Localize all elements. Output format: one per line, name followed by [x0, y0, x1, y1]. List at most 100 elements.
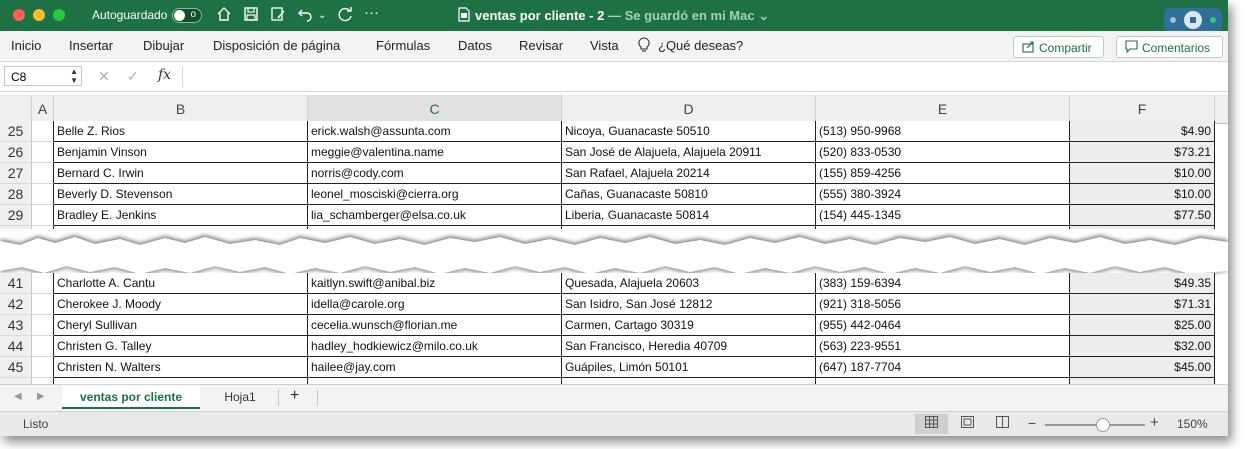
cell-a[interactable]: [32, 205, 54, 226]
cell-email[interactable]: hailee@jay.com: [308, 357, 562, 378]
zoom-level[interactable]: 150%: [1177, 417, 1208, 431]
select-all-corner[interactable]: [0, 95, 32, 124]
cell-a[interactable]: [32, 357, 54, 378]
row-header[interactable]: 43: [0, 315, 32, 336]
cell-address[interactable]: Liberia, Guanacaste 50814: [562, 205, 816, 226]
column-header-c[interactable]: C: [308, 95, 562, 124]
menu-datos[interactable]: Datos: [458, 38, 492, 53]
cell-email[interactable]: kaitlyn.swift@anibal.biz: [308, 273, 562, 294]
menu-insertar[interactable]: Insertar: [69, 38, 113, 53]
prev-sheet-icon[interactable]: ◀: [14, 391, 22, 402]
column-header-b[interactable]: B: [54, 95, 308, 124]
column-header-a[interactable]: A: [32, 95, 54, 124]
cell-name[interactable]: Beverly D. Stevenson: [54, 184, 308, 205]
menu-disposicion[interactable]: Disposición de página: [213, 38, 340, 53]
home-icon[interactable]: [216, 6, 232, 27]
cell-a[interactable]: [32, 294, 54, 315]
cell-email[interactable]: lia_schamberger@elsa.co.uk: [308, 205, 562, 226]
name-box[interactable]: C8 ▲ ▼: [4, 66, 82, 86]
cell-email[interactable]: cecelia.wunsch@florian.me: [308, 315, 562, 336]
zoom-out-button[interactable]: −: [1028, 415, 1036, 431]
menu-formulas[interactable]: Fórmulas: [376, 38, 430, 53]
menu-vista[interactable]: Vista: [590, 38, 619, 53]
column-header-f[interactable]: F: [1070, 95, 1215, 124]
insert-function-icon[interactable]: fx: [158, 67, 171, 83]
next-sheet-icon[interactable]: ▶: [37, 391, 45, 402]
cell-a[interactable]: [32, 273, 54, 294]
cell-phone[interactable]: (563) 223-9551: [816, 336, 1070, 357]
add-sheet-button[interactable]: +: [290, 387, 299, 405]
row-header[interactable]: 27: [0, 163, 32, 184]
screen-recording-control[interactable]: [1164, 8, 1222, 32]
cell-address[interactable]: San Isidro, San José 12812: [562, 294, 816, 315]
row-header[interactable]: 42: [0, 294, 32, 315]
row-header[interactable]: 44: [0, 336, 32, 357]
undo-dropdown-icon[interactable]: ⌄: [318, 7, 326, 25]
cell-name[interactable]: Benjamin Vinson: [54, 142, 308, 163]
cell-email[interactable]: leonel_mosciski@cierra.org: [308, 184, 562, 205]
cell-email[interactable]: hadley_hodkiewicz@milo.co.uk: [308, 336, 562, 357]
cell-phone[interactable]: (513) 950-9968: [816, 121, 1070, 142]
column-header-e[interactable]: E: [816, 95, 1070, 124]
row-header[interactable]: 41: [0, 273, 32, 294]
cell-address[interactable]: Quesada, Alajuela 20603: [562, 273, 816, 294]
cell-name[interactable]: Cheryl Sullivan: [54, 315, 308, 336]
sheet-tab-ventas[interactable]: ventas por cliente: [62, 385, 200, 409]
cell-address[interactable]: San José de Alajuela, Alajuela 20911: [562, 142, 816, 163]
cell-phone[interactable]: (155) 859-4256: [816, 163, 1070, 184]
cancel-formula-icon[interactable]: ✕: [98, 68, 110, 85]
close-window-button[interactable]: [13, 9, 25, 21]
save-icon[interactable]: [243, 6, 259, 27]
cell-amount[interactable]: $4.90: [1070, 121, 1215, 142]
cell-a[interactable]: [32, 121, 54, 142]
cell-amount[interactable]: $77.50: [1070, 205, 1215, 226]
cell-address[interactable]: San Rafael, Alajuela 20214: [562, 163, 816, 184]
more-icon[interactable]: ···: [364, 4, 379, 22]
sheet-tab-hoja1[interactable]: Hoja1: [210, 385, 270, 409]
zoom-slider-thumb[interactable]: [1096, 418, 1111, 432]
cell-a[interactable]: [32, 163, 54, 184]
cell-address[interactable]: Guápiles, Limón 50101: [562, 357, 816, 378]
cell-email[interactable]: meggie@valentina.name: [308, 142, 562, 163]
cell-phone[interactable]: (555) 380-3924: [816, 184, 1070, 205]
cell-amount[interactable]: $10.00: [1070, 184, 1215, 205]
row-header[interactable]: 45: [0, 357, 32, 378]
row-header[interactable]: 26: [0, 142, 32, 163]
cell-phone[interactable]: (154) 445-1345: [816, 205, 1070, 226]
row-header[interactable]: 29: [0, 205, 32, 226]
cell-a[interactable]: [32, 315, 54, 336]
cell-amount[interactable]: $25.00: [1070, 315, 1215, 336]
cell-amount[interactable]: $10.00: [1070, 163, 1215, 184]
cell-name[interactable]: Bradley E. Jenkins: [54, 205, 308, 226]
title-chevron-icon[interactable]: ⌄: [758, 8, 769, 23]
stop-button[interactable]: [1184, 11, 1202, 29]
cell-amount[interactable]: $71.31: [1070, 294, 1215, 315]
cell-amount[interactable]: $49.35: [1070, 273, 1215, 294]
cell-address[interactable]: Cañas, Guanacaste 50810: [562, 184, 816, 205]
page-break-icon[interactable]: [986, 414, 1019, 434]
cell-amount[interactable]: $45.00: [1070, 357, 1215, 378]
cell-phone[interactable]: (383) 159-6394: [816, 273, 1070, 294]
cell-a[interactable]: [32, 142, 54, 163]
cell-address[interactable]: San Francisco, Heredia 40709: [562, 336, 816, 357]
menu-revisar[interactable]: Revisar: [519, 38, 563, 53]
cell-amount[interactable]: $73.21: [1070, 142, 1215, 163]
page-layout-icon[interactable]: [951, 414, 984, 434]
comments-button[interactable]: Comentarios: [1116, 36, 1223, 58]
row-header[interactable]: 25: [0, 121, 32, 142]
cell-address[interactable]: Nicoya, Guanacaste 50510: [562, 121, 816, 142]
cell-email[interactable]: norris@cody.com: [308, 163, 562, 184]
cell-address[interactable]: Carmen, Cartago 30319: [562, 315, 816, 336]
cell-a[interactable]: [32, 184, 54, 205]
cell-name[interactable]: Cherokee J. Moody: [54, 294, 308, 315]
cell-name[interactable]: Christen N. Walters: [54, 357, 308, 378]
cell-email[interactable]: idella@carole.org: [308, 294, 562, 315]
column-header-d[interactable]: D: [562, 95, 816, 124]
menu-dibujar[interactable]: Dibujar: [143, 38, 184, 53]
redo-icon[interactable]: [337, 6, 353, 27]
cell-name[interactable]: Belle Z. Rios: [54, 121, 308, 142]
zoom-in-button[interactable]: +: [1150, 414, 1159, 431]
edit-icon[interactable]: [270, 6, 286, 27]
cell-name[interactable]: Bernard C. Irwin: [54, 163, 308, 184]
cell-phone[interactable]: (955) 442-0464: [816, 315, 1070, 336]
